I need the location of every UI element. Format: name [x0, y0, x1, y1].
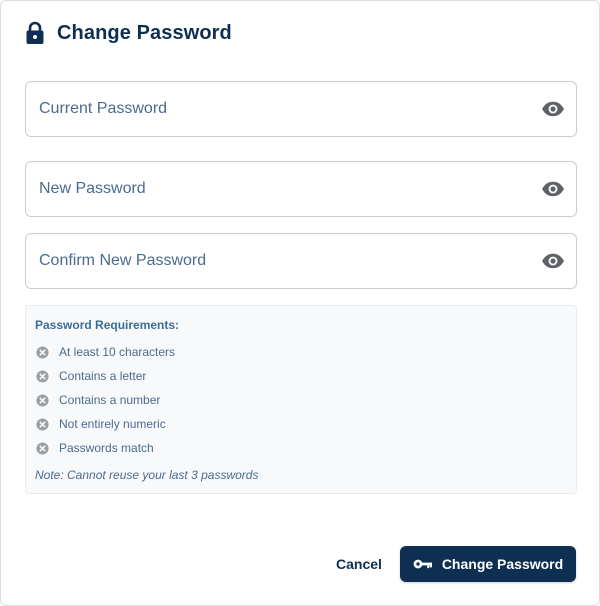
requirement-item: Not entirely numeric	[36, 416, 166, 432]
requirement-label: Contains a number	[59, 393, 161, 407]
x-circle-icon	[36, 417, 49, 431]
cancel-button[interactable]: Cancel	[329, 549, 389, 579]
requirement-item: At least 10 characters	[36, 344, 175, 360]
dialog-title: Change Password	[57, 21, 232, 44]
current-password-input[interactable]	[26, 82, 540, 136]
password-reuse-note: Note: Cannot reuse your last 3 passwords	[35, 468, 259, 482]
new-password-field	[25, 161, 577, 217]
confirm-password-input[interactable]	[26, 234, 540, 288]
key-icon	[413, 559, 432, 569]
new-password-input[interactable]	[26, 162, 540, 216]
toggle-new-password-visibility[interactable]	[540, 178, 566, 200]
x-circle-icon	[36, 345, 49, 359]
requirement-label: Contains a letter	[59, 369, 147, 383]
requirement-label: Not entirely numeric	[59, 417, 166, 431]
x-circle-icon	[36, 441, 49, 455]
x-circle-icon	[36, 369, 49, 383]
password-requirements-panel: Password Requirements: At least 10 chara…	[25, 305, 577, 494]
lock-icon	[26, 21, 44, 44]
requirements-title: Password Requirements:	[35, 318, 180, 332]
requirement-label: At least 10 characters	[59, 345, 176, 359]
x-circle-icon	[36, 393, 49, 407]
requirement-item: Passwords match	[36, 440, 154, 456]
change-password-button-label: Change Password	[441, 556, 564, 572]
dialog-header: Change Password	[25, 21, 232, 45]
current-password-field	[25, 81, 577, 137]
requirement-item: Contains a number	[36, 392, 160, 408]
eye-icon	[542, 101, 564, 117]
eye-icon	[542, 181, 564, 197]
change-password-button[interactable]: Change Password	[400, 546, 576, 582]
change-password-dialog: Change Password Password Requirements: A…	[0, 0, 600, 606]
requirement-item: Contains a letter	[36, 368, 146, 384]
toggle-current-password-visibility[interactable]	[540, 98, 566, 120]
toggle-confirm-password-visibility[interactable]	[540, 250, 566, 272]
confirm-password-field	[25, 233, 577, 289]
eye-icon	[542, 253, 564, 269]
requirement-label: Passwords match	[59, 441, 154, 455]
